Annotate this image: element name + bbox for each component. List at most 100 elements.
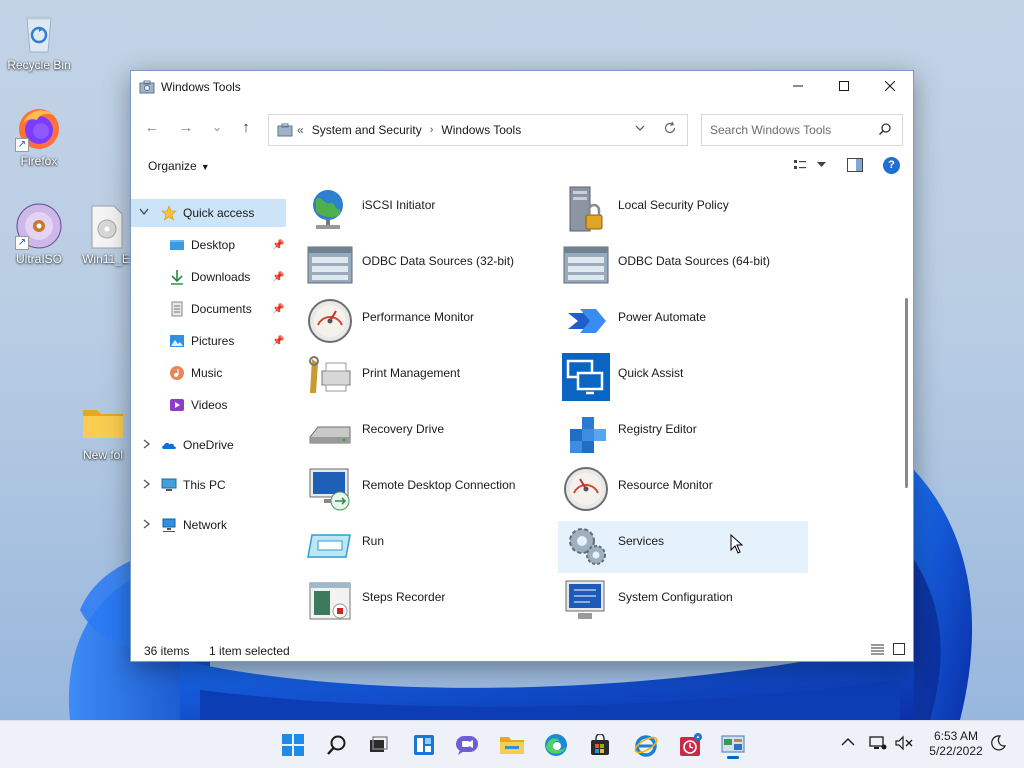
minimize-button[interactable]: [775, 71, 821, 101]
desktop-icon-firefox[interactable]: ↗ Firefox: [1, 104, 77, 168]
address-dropdown-button[interactable]: [635, 123, 645, 136]
recent-locations-button[interactable]: ⌄: [205, 115, 229, 139]
back-button[interactable]: ←: [140, 115, 164, 139]
gears-icon: [562, 521, 610, 569]
nav-item-downloads[interactable]: Downloads 📌: [169, 263, 289, 291]
nav-item-videos[interactable]: Videos: [169, 391, 289, 419]
alarms-button[interactable]: [674, 729, 706, 761]
file-item-selected[interactable]: Services: [558, 521, 808, 573]
file-item[interactable]: iSCSI Initiator: [306, 185, 556, 237]
nav-item-desktop[interactable]: Desktop 📌: [169, 231, 289, 259]
file-item[interactable]: Performance Monitor: [306, 297, 556, 349]
file-item[interactable]: Steps Recorder: [306, 577, 556, 629]
nav-item-this-pc[interactable]: This PC: [143, 471, 291, 499]
task-view-button[interactable]: [362, 729, 394, 761]
nav-item-label: Quick access: [183, 206, 255, 220]
nav-item-label: OneDrive: [183, 438, 234, 452]
pin-icon: 📌: [272, 303, 285, 315]
desktop-icon-iso-file[interactable]: Win11_E: [76, 202, 136, 266]
nav-item-onedrive[interactable]: OneDrive: [143, 431, 291, 459]
expanded-chevron-icon[interactable]: [139, 208, 149, 219]
control-panel-button[interactable]: [717, 729, 749, 761]
desktop-icon-recycle-bin[interactable]: Recycle Bin: [1, 8, 77, 72]
large-icons-view-button[interactable]: [893, 643, 905, 658]
organize-button[interactable]: Organize ▼: [148, 159, 210, 173]
clock[interactable]: 6:53 AM 5/22/2022: [920, 729, 992, 759]
file-item[interactable]: Print Management: [306, 353, 556, 405]
breadcrumb-system-and-security[interactable]: System and Security: [312, 123, 422, 137]
details-view-button[interactable]: [871, 643, 884, 658]
nav-item-label: Music: [191, 366, 223, 380]
file-item[interactable]: Remote Desktop Connection: [306, 465, 556, 517]
collapsed-chevron-icon[interactable]: [143, 438, 151, 452]
file-item[interactable]: Quick Assist: [562, 353, 812, 405]
file-explorer-button[interactable]: [496, 729, 528, 761]
title-bar[interactable]: Windows Tools: [131, 71, 913, 103]
file-name: Steps Recorder: [362, 590, 446, 604]
widgets-icon: [414, 735, 434, 755]
maximize-button[interactable]: [821, 71, 867, 101]
forward-button[interactable]: →: [174, 115, 198, 139]
address-bar[interactable]: « System and Security › Windows Tools: [268, 114, 688, 146]
desktop-icon-new-folder[interactable]: New fol: [76, 398, 130, 462]
collapsed-chevron-icon[interactable]: [143, 478, 151, 492]
breadcrumb-separator[interactable]: ›: [430, 124, 434, 136]
file-item[interactable]: ODBC Data Sources (32-bit): [306, 241, 556, 293]
refresh-button[interactable]: [663, 121, 677, 139]
file-item[interactable]: Registry Editor: [562, 409, 812, 461]
preview-pane-button[interactable]: [847, 158, 863, 175]
nav-item-pictures[interactable]: Pictures 📌: [169, 327, 289, 355]
taskbar-search-button[interactable]: [321, 729, 353, 761]
store-button[interactable]: [584, 729, 616, 761]
control-panel-icon: [721, 735, 745, 753]
vertical-scrollbar[interactable]: [905, 186, 909, 636]
nav-item-label: Videos: [191, 398, 228, 412]
scrollbar-thumb[interactable]: [905, 298, 908, 488]
nav-item-quick-access[interactable]: Quick access: [131, 199, 286, 227]
close-button[interactable]: [867, 71, 913, 101]
file-item[interactable]: Power Automate: [562, 297, 812, 349]
volume-button[interactable]: [895, 735, 913, 754]
show-hidden-icons-button[interactable]: [841, 736, 855, 750]
file-item[interactable]: System Configuration: [562, 577, 812, 629]
up-button[interactable]: ↑: [234, 115, 258, 139]
start-button[interactable]: [277, 729, 309, 761]
chat-button[interactable]: [451, 729, 483, 761]
search-input[interactable]: [710, 123, 870, 137]
file-item[interactable]: Resource Monitor: [562, 465, 812, 517]
desktop-icon-label: UltraISO: [15, 252, 62, 266]
widgets-button[interactable]: [408, 729, 440, 761]
nav-item-label: Pictures: [191, 334, 235, 348]
videos-icon: [169, 397, 185, 413]
focus-assist-button[interactable]: [990, 735, 1007, 754]
store-icon: [591, 734, 609, 755]
file-item[interactable]: Run: [306, 521, 556, 573]
internet-explorer-button[interactable]: [630, 729, 662, 761]
file-item[interactable]: Local Security Policy: [562, 185, 812, 237]
breadcrumb-windows-tools[interactable]: Windows Tools: [441, 123, 521, 137]
security-policy-icon: [562, 185, 610, 233]
remote-desktop-icon: [306, 465, 354, 513]
help-button[interactable]: ?: [883, 157, 900, 174]
nav-item-music[interactable]: Music: [169, 359, 289, 387]
file-item[interactable]: ODBC Data Sources (64-bit): [562, 241, 812, 293]
file-item[interactable]: Recovery Drive: [306, 409, 556, 461]
search-box[interactable]: [701, 114, 903, 146]
network-status-button[interactable]: [869, 735, 887, 754]
breadcrumb-overflow[interactable]: «: [297, 123, 304, 137]
refresh-icon: [664, 121, 676, 134]
pin-icon: 📌: [272, 239, 285, 251]
file-name: Power Automate: [618, 310, 707, 324]
search-icon[interactable]: [878, 122, 892, 139]
desktop-icon-ultraiso[interactable]: ↗ UltraISO: [1, 202, 77, 266]
desktop-icon: [169, 237, 185, 253]
alarms-icon: [680, 733, 702, 756]
start-icon: [282, 734, 304, 756]
gauge-icon: [306, 297, 354, 345]
edge-button[interactable]: [540, 729, 572, 761]
collapsed-chevron-icon[interactable]: [143, 518, 151, 532]
navigation-pane: Quick access Desktop 📌 Downloads 📌 Docum…: [131, 185, 296, 637]
change-view-button[interactable]: [793, 158, 826, 172]
nav-item-network[interactable]: Network: [143, 511, 291, 539]
nav-item-documents[interactable]: Documents 📌: [169, 295, 289, 323]
